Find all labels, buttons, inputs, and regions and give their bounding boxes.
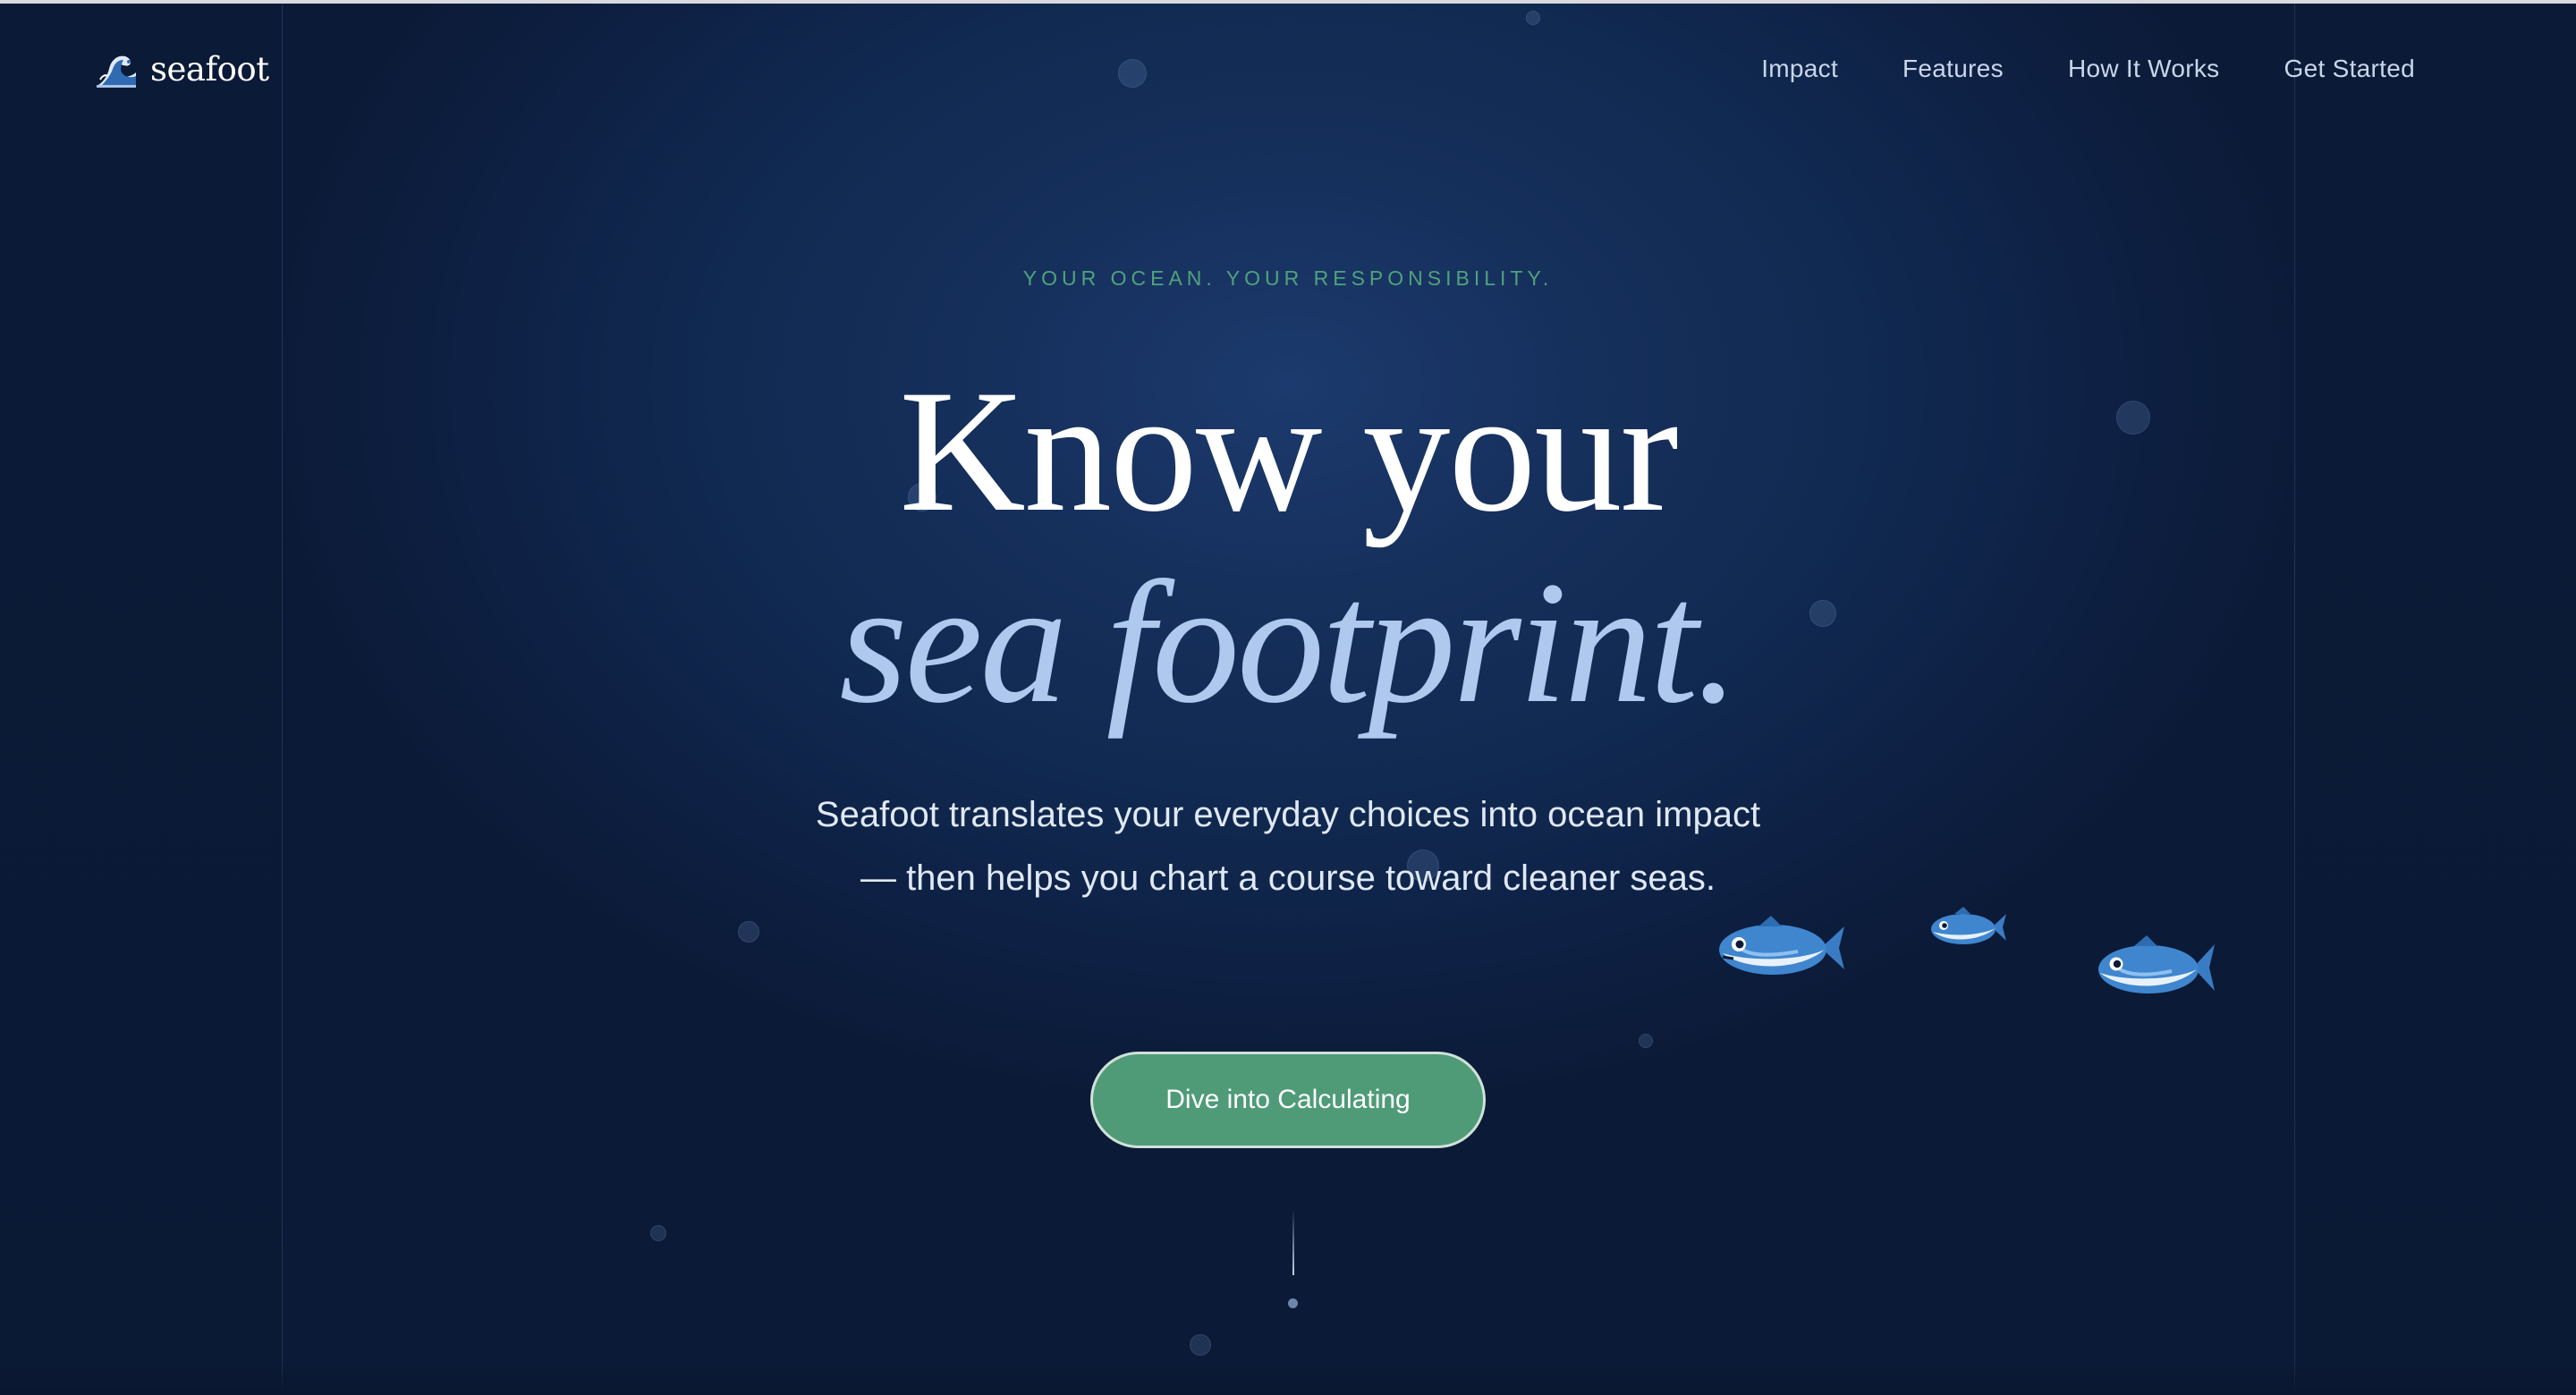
fish-icon <box>2098 935 2215 993</box>
hero-eyebrow: YOUR OCEAN. YOUR RESPONSIBILITY. <box>1022 266 1554 290</box>
scroll-indicator-icon <box>1292 1209 1294 1275</box>
nav-item-features[interactable]: Features <box>1902 55 2004 83</box>
dive-into-calculating-button[interactable]: Dive into Calculating <box>1090 1052 1486 1148</box>
fish-icon <box>1719 916 1844 975</box>
bubble <box>1118 59 1147 88</box>
hero-subtext: Seafoot translates your everyday choices… <box>815 795 1761 898</box>
bubble <box>1526 11 1540 25</box>
nav-item-how-it-works[interactable]: How It Works <box>2068 55 2220 83</box>
brand-logo[interactable]: seafoot <box>95 46 269 91</box>
window-top-edge <box>0 0 2576 4</box>
bubble <box>650 1225 666 1241</box>
fish-icon <box>1931 907 2006 944</box>
nav-item-get-started[interactable]: Get Started <box>2284 55 2416 83</box>
bubble <box>738 921 759 943</box>
bubble <box>1190 1334 1211 1356</box>
hero-headline-line1: Know your <box>899 354 1678 548</box>
wave-icon <box>97 55 136 88</box>
main-nav: Impact Features How It Works Get Started <box>1761 46 2415 91</box>
brand-name: seafoot <box>150 49 269 89</box>
scroll-indicator-dot <box>1288 1298 1298 1308</box>
bubble <box>1639 1034 1653 1048</box>
landing-page: seafoot Impact Features How It Works Get… <box>0 0 2576 1395</box>
hero-headline-line2: sea footprint. <box>839 545 1739 740</box>
nav-item-impact[interactable]: Impact <box>1761 55 1838 83</box>
bottom-fade <box>0 1359 2576 1395</box>
